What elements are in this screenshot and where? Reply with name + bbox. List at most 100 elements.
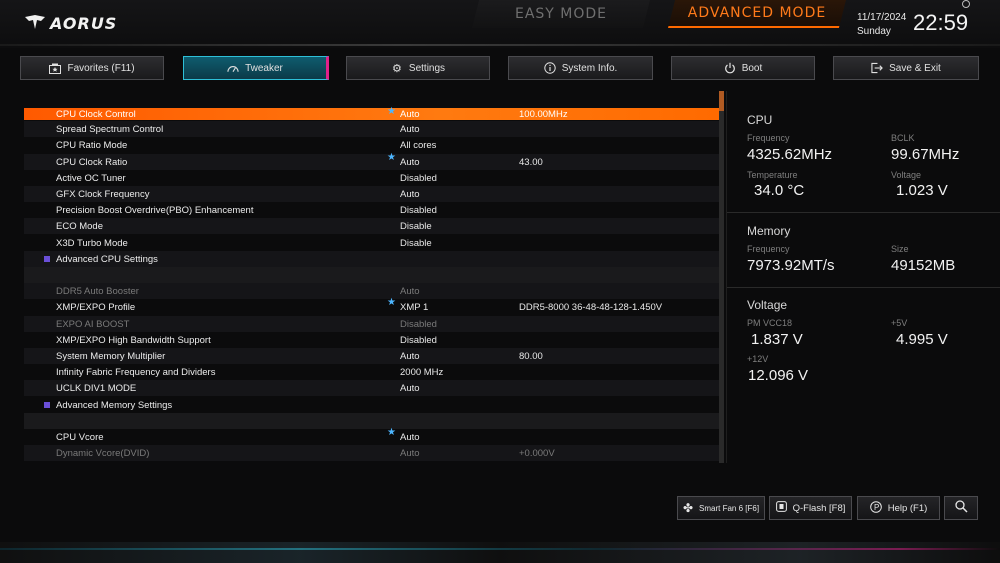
setting-value[interactable]: Disabled: [400, 173, 437, 184]
gear-icon: ⚙: [391, 62, 402, 75]
setting-row[interactable]: EXPO AI BOOST Disabled: [24, 316, 720, 332]
favorite-star-icon[interactable]: ★: [387, 152, 396, 163]
setting-value[interactable]: Disabled: [400, 335, 437, 346]
tab-label: Favorites (F11): [67, 62, 135, 74]
setting-name: Spread Spectrum Control: [56, 123, 164, 135]
setting-value[interactable]: Auto: [400, 383, 420, 394]
tab-tweaker[interactable]: Tweaker: [183, 56, 329, 80]
date-display: 11/17/2024 Sunday: [857, 11, 906, 39]
setting-value[interactable]: 2000 MHz: [400, 367, 443, 378]
qflash-button[interactable]: Q-Flash [F8]: [769, 496, 852, 520]
setting-name: CPU Clock Control: [56, 108, 136, 120]
setting-name: UCLK DIV1 MODE: [56, 382, 137, 394]
easy-mode-button[interactable]: EASY MODE: [472, 0, 650, 28]
setting-value[interactable]: Auto: [400, 448, 420, 459]
tab-save-exit[interactable]: Save & Exit: [833, 56, 979, 80]
setting-row[interactable]: CPU Clock Ratio ★ Auto 43.00: [24, 152, 720, 170]
setting-name: Advanced CPU Settings: [56, 253, 158, 265]
setting-name: Dynamic Vcore(DVID): [56, 447, 150, 459]
setting-row[interactable]: GFX Clock Frequency Auto: [24, 186, 720, 202]
tab-system-info[interactable]: System Info.: [508, 56, 653, 80]
setting-value[interactable]: Auto: [400, 189, 420, 200]
submenu-marker-icon: [44, 256, 50, 262]
exit-icon: [871, 62, 884, 74]
aorus-logo: AORUS: [24, 10, 117, 36]
list-separator: [24, 267, 720, 283]
p12v-value: 12.096 V: [748, 367, 809, 384]
setting-row[interactable]: Active OC Tuner Disabled: [24, 170, 720, 186]
setting-row[interactable]: CPU Clock Control ★ Auto 100.00MHz: [24, 106, 720, 120]
setting-name: DDR5 Auto Booster: [56, 285, 139, 297]
setting-value[interactable]: Auto: [400, 286, 420, 297]
tab-boot[interactable]: Boot: [671, 56, 815, 80]
setting-row[interactable]: System Memory Multiplier Auto 80.00: [24, 348, 720, 364]
help-label: Help (F1): [887, 502, 928, 514]
hardware-monitor-panel: CPU Frequency 4325.62MHz BCLK 99.67MHz T…: [726, 91, 1000, 463]
memory-frequency-value: 7973.92MT/s: [747, 257, 835, 274]
cpu-frequency-label: Frequency: [747, 133, 790, 143]
setting-row[interactable]: CPU Ratio Mode All cores: [24, 137, 720, 153]
setting-value[interactable]: Disabled: [400, 205, 437, 216]
setting-name: ECO Mode: [56, 220, 103, 232]
settings-scrollbar[interactable]: [719, 91, 724, 463]
setting-value[interactable]: Disable: [400, 238, 432, 249]
favorite-star-icon[interactable]: ★: [387, 297, 396, 308]
p5v-value: 4.995 V: [896, 331, 948, 348]
tab-favorites[interactable]: Favorites (F11): [20, 56, 164, 80]
setting-value[interactable]: Auto: [400, 109, 420, 120]
advanced-mode-button[interactable]: ADVANCED MODE: [668, 0, 846, 28]
tab-label: Settings: [408, 62, 446, 74]
cpu-temperature-value: 34.0 °C: [754, 182, 805, 199]
setting-name: XMP/EXPO High Bandwidth Support: [56, 334, 211, 346]
setting-row[interactable]: DDR5 Auto Booster Auto: [24, 283, 720, 299]
submenu-marker-icon: [44, 402, 50, 408]
favorites-icon: [49, 62, 62, 74]
settings-gear-icon[interactable]: [962, 0, 970, 8]
favorite-star-icon[interactable]: ★: [387, 427, 396, 438]
power-icon: [724, 62, 736, 74]
tab-settings[interactable]: ⚙ Settings: [346, 56, 490, 80]
main-tabs: Favorites (F11) Tweaker ⚙ Settings Syste…: [20, 56, 980, 82]
setting-row[interactable]: Dynamic Vcore(DVID) Auto +0.000V: [24, 445, 720, 461]
setting-value[interactable]: Auto: [400, 432, 420, 443]
setting-current-value: 80.00: [519, 350, 543, 362]
setting-current-value: DDR5-8000 36-48-48-128-1.450V: [519, 301, 663, 313]
setting-value[interactable]: All cores: [400, 140, 436, 151]
setting-row[interactable]: XMP/EXPO High Bandwidth Support Disabled: [24, 332, 720, 348]
submenu-item[interactable]: Advanced Memory Settings: [24, 397, 720, 413]
favorite-star-icon[interactable]: ★: [387, 106, 396, 117]
setting-value[interactable]: Disable: [400, 221, 432, 232]
bclk-value: 99.67MHz: [891, 146, 960, 163]
help-button[interactable]: P Help (F1): [857, 496, 940, 520]
panel-divider: [727, 212, 1000, 213]
cpu-temperature-label: Temperature: [747, 170, 798, 180]
setting-value[interactable]: Auto: [400, 124, 420, 135]
setting-row[interactable]: ECO Mode Disable: [24, 218, 720, 234]
setting-value[interactable]: Auto: [400, 351, 420, 362]
setting-name: Precision Boost Overdrive(PBO) Enhanceme…: [56, 204, 254, 216]
scrollbar-thumb[interactable]: [719, 91, 724, 111]
tab-label: Tweaker: [245, 62, 283, 74]
qflash-label: Q-Flash [F8]: [792, 502, 846, 514]
setting-value[interactable]: XMP 1: [400, 302, 428, 313]
setting-row[interactable]: Precision Boost Overdrive(PBO) Enhanceme…: [24, 202, 720, 218]
setting-row[interactable]: X3D Turbo Mode Disable: [24, 235, 720, 251]
setting-row[interactable]: XMP/EXPO Profile ★ XMP 1 DDR5-8000 36-48-48…: [24, 297, 720, 315]
search-button[interactable]: [944, 496, 978, 520]
cpu-voltage-value: 1.023 V: [896, 182, 948, 199]
setting-value[interactable]: Disabled: [400, 319, 437, 330]
p5v-label: +5V: [891, 318, 908, 328]
setting-current-value: +0.000V: [519, 447, 555, 459]
aorus-eagle-icon: [25, 15, 45, 29]
setting-row[interactable]: CPU Vcore ★ Auto: [24, 427, 720, 445]
cpu-section-title: CPU: [747, 113, 773, 127]
tab-label: Boot: [741, 62, 763, 74]
setting-row[interactable]: Infinity Fabric Frequency and Dividers 20…: [24, 364, 720, 380]
submenu-item[interactable]: Advanced CPU Settings: [24, 251, 720, 267]
smart-fan-button[interactable]: ✤ Smart Fan 6 [F6]: [677, 496, 765, 520]
setting-name: Advanced Memory Settings: [56, 399, 173, 411]
logo-text: AORUS: [50, 13, 118, 33]
setting-value[interactable]: Auto: [400, 157, 420, 168]
setting-row[interactable]: Spread Spectrum Control Auto: [24, 121, 720, 137]
setting-row[interactable]: UCLK DIV1 MODE Auto: [24, 380, 720, 396]
